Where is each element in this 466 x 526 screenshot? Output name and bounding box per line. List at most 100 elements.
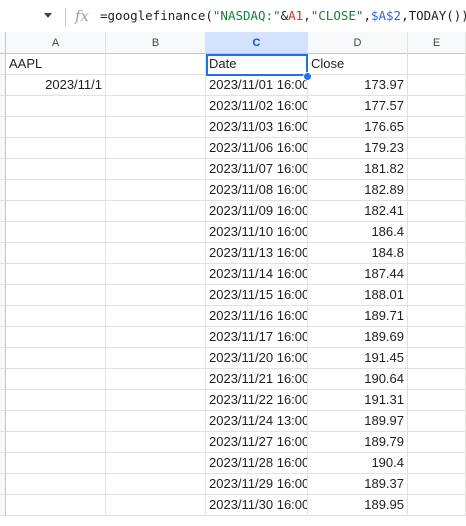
column-header-e[interactable]: E <box>408 32 466 54</box>
cell-d13[interactable]: 189.71 <box>308 306 408 327</box>
cell-b2[interactable] <box>106 75 206 96</box>
cell-c5[interactable]: 2023/11/06 16:00:00 <box>206 138 308 159</box>
cell-d11[interactable]: 187.44 <box>308 264 408 285</box>
cell-b3[interactable] <box>106 96 206 117</box>
cell-a14[interactable] <box>6 327 106 348</box>
cell-a2[interactable]: 2023/11/1 <box>6 75 106 96</box>
cell-b12[interactable] <box>106 285 206 306</box>
cell-d19[interactable]: 189.79 <box>308 432 408 453</box>
cell-b15[interactable] <box>106 348 206 369</box>
cell-e20[interactable] <box>408 453 466 474</box>
column-header-b[interactable]: B <box>106 32 206 54</box>
cell-d4[interactable]: 176.65 <box>308 117 408 138</box>
cell-e6[interactable] <box>408 159 466 180</box>
formula-input[interactable]: =googlefinance("NASDAQ:"&A1,"CLOSE",$A$2… <box>100 8 466 23</box>
cell-b1[interactable] <box>106 54 206 75</box>
cell-c17[interactable]: 2023/11/22 16:00:00 <box>206 390 308 411</box>
cell-d6[interactable]: 181.82 <box>308 159 408 180</box>
cell-b7[interactable] <box>106 180 206 201</box>
cell-a9[interactable] <box>6 222 106 243</box>
cell-c8[interactable]: 2023/11/09 16:00:00 <box>206 201 308 222</box>
cell-e15[interactable] <box>408 348 466 369</box>
cell-b20[interactable] <box>106 453 206 474</box>
cell-c7[interactable]: 2023/11/08 16:00:00 <box>206 180 308 201</box>
column-header-c[interactable]: C <box>206 32 308 54</box>
cell-b22[interactable] <box>106 495 206 516</box>
cell-a8[interactable] <box>6 201 106 222</box>
cell-d17[interactable]: 191.31 <box>308 390 408 411</box>
cell-b5[interactable] <box>106 138 206 159</box>
cell-e17[interactable] <box>408 390 466 411</box>
cell-b13[interactable] <box>106 306 206 327</box>
cell-d16[interactable]: 190.64 <box>308 369 408 390</box>
cell-d22[interactable]: 189.95 <box>308 495 408 516</box>
cell-c6[interactable]: 2023/11/07 16:00:00 <box>206 159 308 180</box>
cell-d1[interactable]: Close <box>308 54 408 75</box>
cell-c14[interactable]: 2023/11/17 16:00:00 <box>206 327 308 348</box>
cell-d21[interactable]: 189.37 <box>308 474 408 495</box>
cell-e5[interactable] <box>408 138 466 159</box>
cell-d5[interactable]: 179.23 <box>308 138 408 159</box>
cell-a19[interactable] <box>6 432 106 453</box>
cell-c13[interactable]: 2023/11/16 16:00:00 <box>206 306 308 327</box>
cell-b21[interactable] <box>106 474 206 495</box>
cell-b17[interactable] <box>106 390 206 411</box>
cell-a5[interactable] <box>6 138 106 159</box>
cell-b10[interactable] <box>106 243 206 264</box>
cell-d10[interactable]: 184.8 <box>308 243 408 264</box>
cell-a12[interactable] <box>6 285 106 306</box>
cell-c21[interactable]: 2023/11/29 16:00:00 <box>206 474 308 495</box>
cell-a18[interactable] <box>6 411 106 432</box>
cell-c20[interactable]: 2023/11/28 16:00:00 <box>206 453 308 474</box>
cell-e13[interactable] <box>408 306 466 327</box>
cell-c12[interactable]: 2023/11/15 16:00:00 <box>206 285 308 306</box>
cell-e11[interactable] <box>408 264 466 285</box>
cell-e1[interactable] <box>408 54 466 75</box>
cell-b6[interactable] <box>106 159 206 180</box>
cell-c4[interactable]: 2023/11/03 16:00:00 <box>206 117 308 138</box>
cell-b8[interactable] <box>106 201 206 222</box>
cell-d12[interactable]: 188.01 <box>308 285 408 306</box>
cell-d18[interactable]: 189.97 <box>308 411 408 432</box>
cell-c16[interactable]: 2023/11/21 16:00:00 <box>206 369 308 390</box>
cell-e7[interactable] <box>408 180 466 201</box>
cell-a13[interactable] <box>6 306 106 327</box>
cell-c11[interactable]: 2023/11/14 16:00:00 <box>206 264 308 285</box>
cell-c9[interactable]: 2023/11/10 16:00:00 <box>206 222 308 243</box>
name-box-dropdown-icon[interactable] <box>44 13 52 18</box>
cell-c2[interactable]: 2023/11/01 16:00:00 <box>206 75 308 96</box>
cell-e10[interactable] <box>408 243 466 264</box>
cell-e22[interactable] <box>408 495 466 516</box>
cell-c19[interactable]: 2023/11/27 16:00:00 <box>206 432 308 453</box>
cell-e21[interactable] <box>408 474 466 495</box>
cell-a4[interactable] <box>6 117 106 138</box>
cell-b14[interactable] <box>106 327 206 348</box>
cell-c18[interactable]: 2023/11/24 13:00:00 <box>206 411 308 432</box>
cell-e18[interactable] <box>408 411 466 432</box>
cell-a7[interactable] <box>6 180 106 201</box>
cell-e8[interactable] <box>408 201 466 222</box>
cell-e9[interactable] <box>408 222 466 243</box>
cell-c1[interactable]: Date <box>206 54 308 75</box>
cell-d20[interactable]: 190.4 <box>308 453 408 474</box>
cell-d14[interactable]: 189.69 <box>308 327 408 348</box>
cell-e19[interactable] <box>408 432 466 453</box>
cell-b18[interactable] <box>106 411 206 432</box>
cell-e14[interactable] <box>408 327 466 348</box>
cell-a10[interactable] <box>6 243 106 264</box>
cell-d7[interactable]: 182.89 <box>308 180 408 201</box>
cell-d15[interactable]: 191.45 <box>308 348 408 369</box>
cell-a3[interactable] <box>6 96 106 117</box>
cell-a22[interactable] <box>6 495 106 516</box>
cell-e12[interactable] <box>408 285 466 306</box>
cell-d2[interactable]: 173.97 <box>308 75 408 96</box>
cell-b16[interactable] <box>106 369 206 390</box>
fill-handle[interactable] <box>303 72 312 81</box>
cell-a1[interactable]: AAPL <box>6 54 106 75</box>
cell-a16[interactable] <box>6 369 106 390</box>
cell-a17[interactable] <box>6 390 106 411</box>
cell-d9[interactable]: 186.4 <box>308 222 408 243</box>
cell-c22[interactable]: 2023/11/30 16:00:00 <box>206 495 308 516</box>
cell-e3[interactable] <box>408 96 466 117</box>
cell-c10[interactable]: 2023/11/13 16:00:00 <box>206 243 308 264</box>
